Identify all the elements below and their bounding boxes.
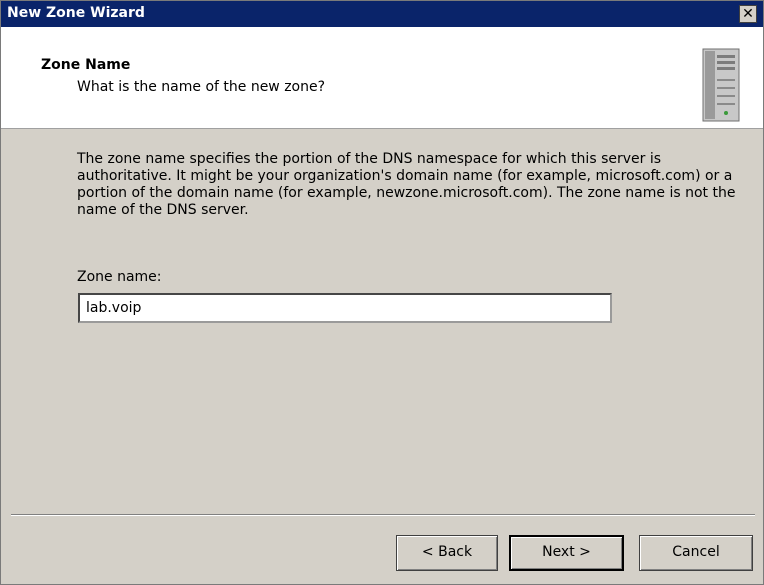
close-icon: ✕ [742,6,754,22]
page-subtitle: What is the name of the new zone? [77,79,326,95]
back-button[interactable]: < Back [396,535,498,571]
wizard-header: Zone Name What is the name of the new zo… [1,27,763,129]
page-title: Zone Name [41,57,131,73]
close-button[interactable]: ✕ [739,5,757,23]
title-bar[interactable]: New Zone Wizard ✕ [1,1,763,27]
server-icon [702,48,740,122]
next-button[interactable]: Next > [509,535,624,571]
description-text: The zone name specifies the portion of t… [77,151,736,218]
new-zone-wizard-window: New Zone Wizard ✕ Zone Name What is the … [0,0,764,585]
zone-name-input[interactable] [78,293,612,323]
cancel-button[interactable]: Cancel [639,535,753,571]
window-title: New Zone Wizard [7,5,145,21]
zone-name-label: Zone name: [77,269,162,285]
footer-separator [11,514,755,516]
wizard-content: The zone name specifies the portion of t… [1,129,763,506]
